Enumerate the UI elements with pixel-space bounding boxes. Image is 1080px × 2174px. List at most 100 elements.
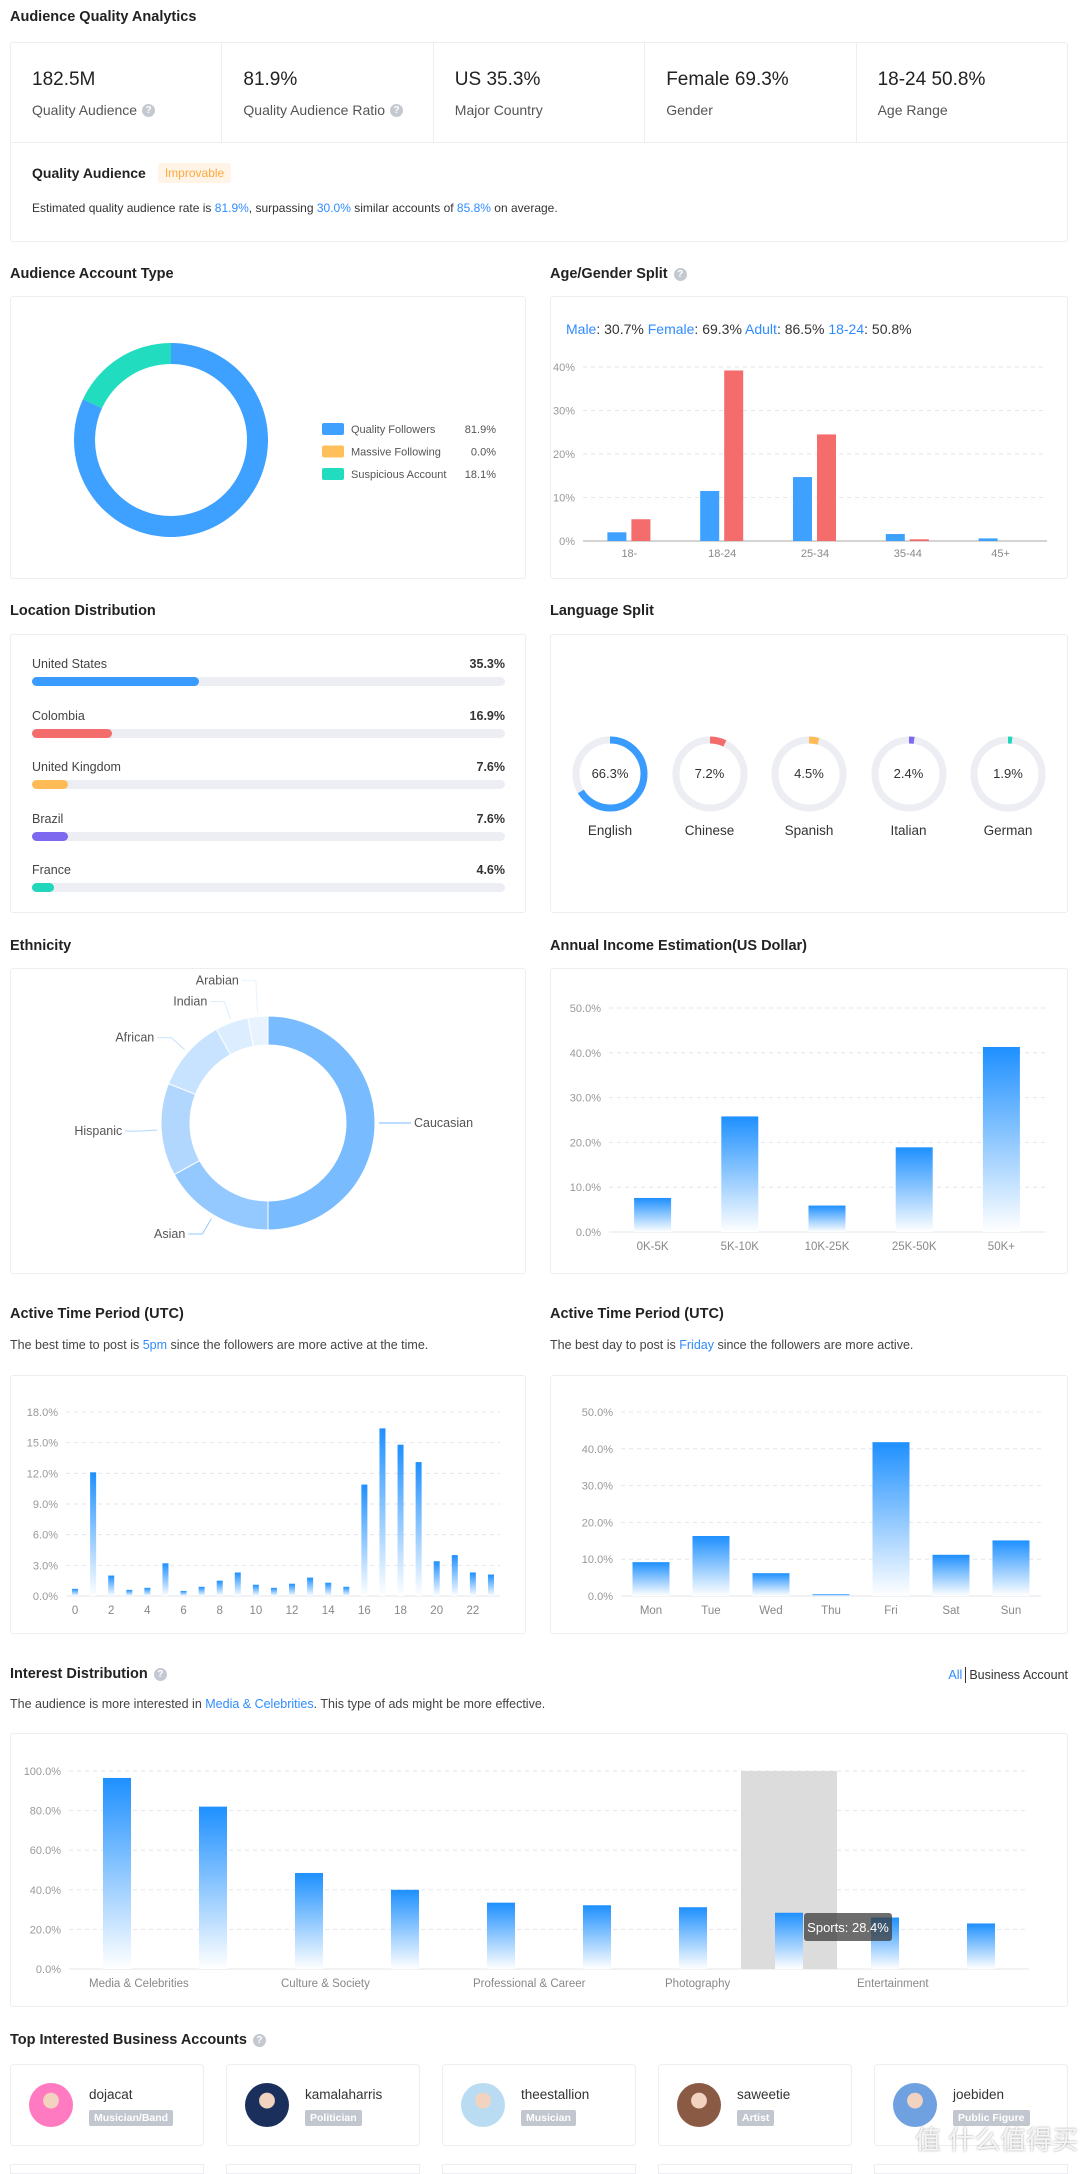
bar[interactable] [343,1586,350,1596]
bar[interactable] [216,1580,223,1596]
bar[interactable] [295,1872,323,1969]
donut-slice[interactable] [267,1015,376,1231]
y-tick-label: 40.0% [30,1885,61,1897]
bar[interactable] [361,1484,368,1596]
bar[interactable] [325,1582,332,1596]
bar[interactable] [199,1806,227,1969]
slice-label: African [115,1031,154,1045]
slice-label: Hispanic [74,1124,122,1138]
bar[interactable] [775,1912,803,1969]
summary-key: Adult [745,321,777,337]
bar[interactable] [391,1889,419,1969]
bar[interactable] [812,1594,850,1596]
location-card: United States 35.3% Colombia 16.9% United Ki… [10,634,526,913]
bar[interactable] [72,1588,79,1596]
bar[interactable] [885,534,905,541]
summary-value: : 86.5% [776,321,829,337]
bar[interactable] [379,1428,386,1596]
account-name[interactable]: dojacat [89,2087,133,2102]
bar[interactable] [631,519,651,541]
bar[interactable] [967,1923,995,1969]
y-tick-label: 0.0% [36,1964,61,1976]
title-text: Top Interested Business Accounts [10,2032,247,2048]
bar[interactable] [978,538,998,541]
bar[interactable] [90,1472,97,1596]
bar[interactable] [583,1905,611,1969]
toggle-business-account[interactable]: Business Account [969,1668,1068,1682]
account-name[interactable]: joebiden [953,2087,1004,2102]
business-account-card[interactable]: saweetie Artist [658,2064,852,2146]
legend-value: 18.1% [465,469,496,481]
bar[interactable] [724,370,744,541]
account-name[interactable]: saweetie [737,2087,790,2102]
bar[interactable] [700,490,720,541]
bar[interactable] [252,1584,259,1596]
avatar[interactable] [29,2083,73,2127]
bar[interactable] [198,1586,205,1596]
country-percent: 4.6% [476,863,506,877]
bar[interactable] [634,1197,672,1232]
avatar[interactable] [461,2083,505,2127]
bar[interactable] [487,1574,494,1596]
account-name[interactable]: kamalaharris [305,2087,382,2102]
help-icon[interactable]: ? [153,1667,167,1681]
donut-slice[interactable] [167,1028,232,1095]
donut-slice[interactable] [160,1082,201,1176]
x-tick-label: Culture & Society [281,1978,370,1990]
bar[interactable] [307,1577,314,1596]
donut-slice[interactable] [173,1159,269,1231]
avatar[interactable] [245,2083,289,2127]
section-title-account-type: Audience Account Type [10,266,174,282]
avatar[interactable] [677,2083,721,2127]
bar[interactable] [992,1540,1030,1596]
page-title: Audience Quality Analytics [10,9,196,25]
help-icon[interactable]: ? [390,103,404,117]
help-icon[interactable]: ? [673,267,687,281]
bar[interactable] [180,1590,187,1596]
business-account-card[interactable]: theestallion Musician [442,2064,636,2146]
business-account-card[interactable]: dojacat Musician/Band [10,2064,204,2146]
bar[interactable] [752,1573,790,1596]
bar[interactable] [451,1555,458,1596]
account-name[interactable]: theestallion [521,2087,589,2102]
bar[interactable] [909,539,929,541]
bar[interactable] [162,1563,169,1596]
bar[interactable] [144,1587,151,1596]
bar[interactable] [270,1587,277,1596]
summary-card: 182.5M Quality Audience? 81.9% Quality Audi… [10,42,1068,242]
donut-slice[interactable] [82,343,171,409]
bar[interactable] [895,1147,933,1232]
bar[interactable] [808,1205,846,1232]
bar[interactable] [982,1046,1020,1232]
help-icon[interactable]: ? [252,2033,266,2047]
bar[interactable] [234,1572,241,1596]
bar[interactable] [793,477,812,541]
bar[interactable] [932,1554,970,1596]
business-account-card[interactable]: kamalaharris Politician [226,2064,420,2146]
bar[interactable] [679,1907,707,1969]
stat-label: Gender [666,102,713,118]
x-tick-label: 25-34 [801,548,829,560]
help-icon[interactable]: ? [142,103,156,117]
bar[interactable] [817,434,836,541]
bar[interactable] [103,1777,131,1969]
bar[interactable] [433,1561,440,1596]
bar[interactable] [126,1589,133,1596]
summary-key: Female [647,321,695,337]
bar[interactable] [487,1902,515,1969]
toggle-all[interactable]: All [948,1668,962,1682]
age-gender-bar-chart: 0% 10% 20% 30% 40% 18- 18-24 25-34 35-44 45+ [553,362,1047,560]
bar[interactable] [289,1583,296,1596]
bar[interactable] [607,532,627,541]
y-tick-label: 50.0% [570,1003,601,1015]
bar[interactable] [469,1572,476,1596]
bar[interactable] [632,1562,670,1596]
interest-bar-chart: 0.0% 20.0% 40.0% 60.0% 80.0% 100.0% Media & Ce… [24,1766,1029,1990]
bar[interactable] [397,1444,404,1596]
language-item: 2.4% Italian [864,731,954,861]
bar[interactable] [415,1462,422,1596]
bar[interactable] [872,1442,910,1596]
bar[interactable] [108,1575,115,1596]
bar[interactable] [721,1116,759,1232]
bar[interactable] [692,1536,730,1596]
